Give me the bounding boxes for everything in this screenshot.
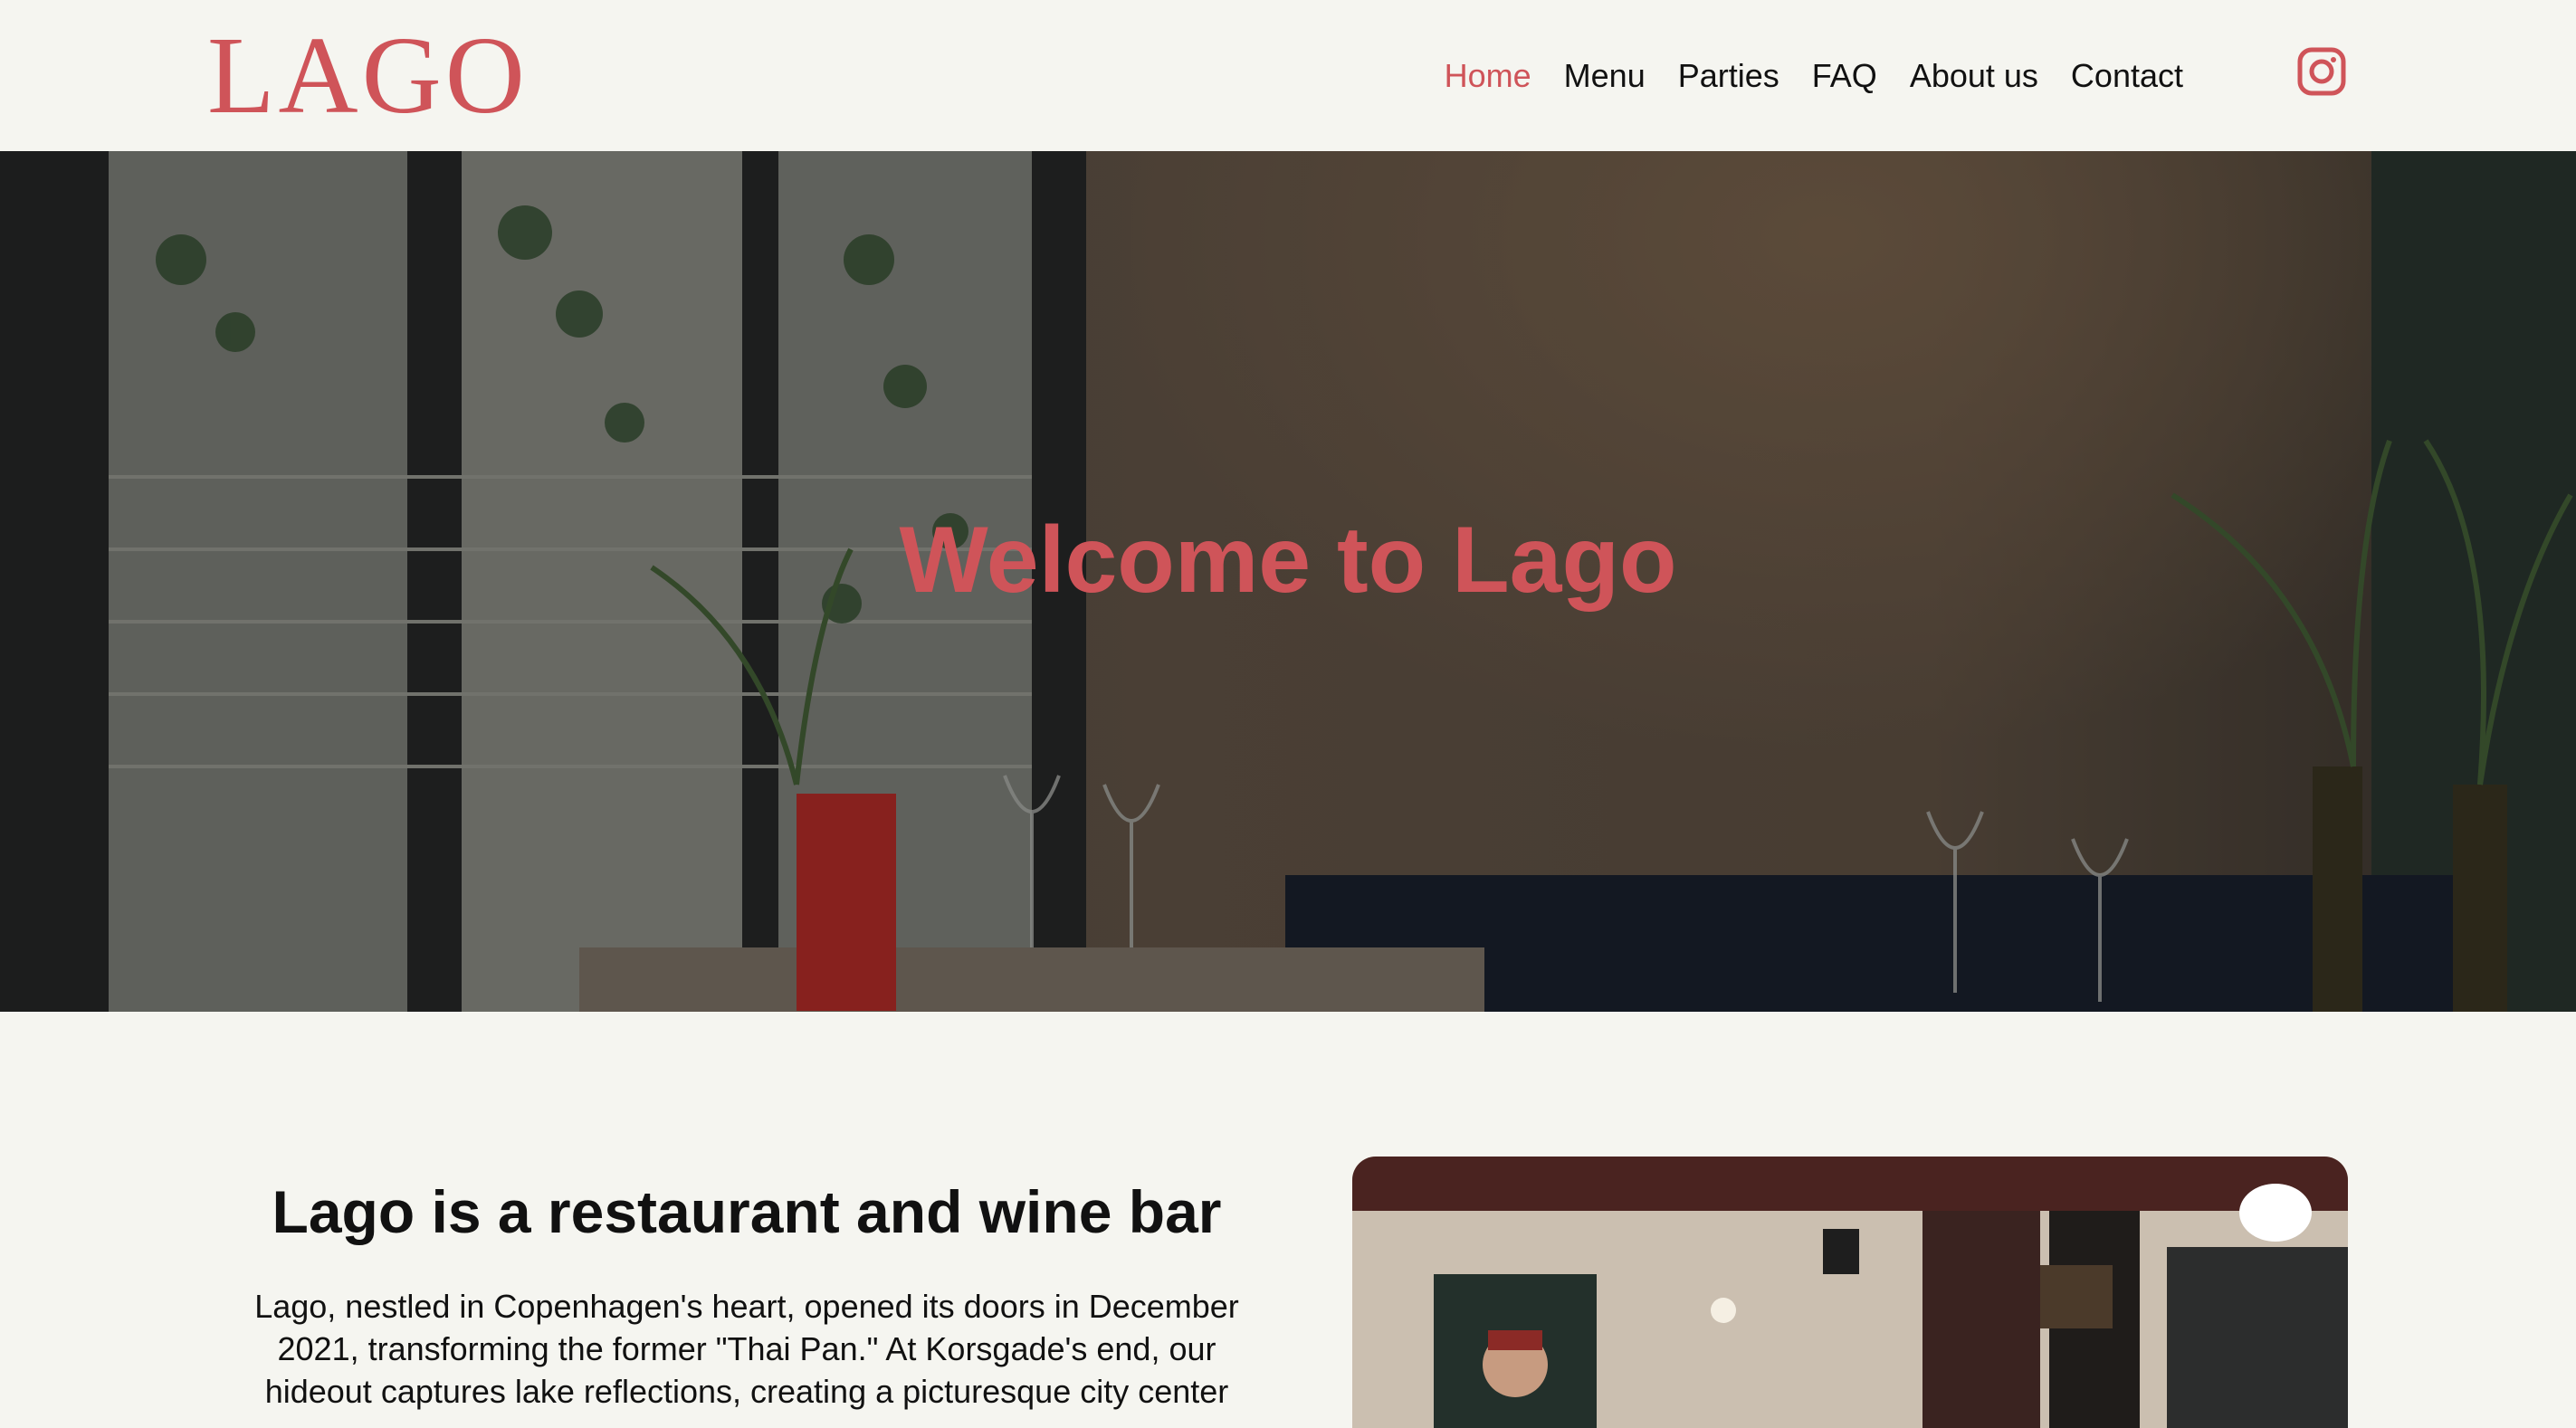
intro-heading: Lago is a restaurant and wine bar (272, 1178, 1222, 1245)
intro-paragraph: Lago, nestled in Copenhagen's heart, ope… (254, 1288, 1239, 1410)
main-nav: Home Menu Parties FAQ About us Contact (1445, 52, 2183, 100)
site-logo[interactable]: LAGO (207, 13, 529, 139)
instagram-icon[interactable] (2297, 47, 2346, 96)
nav-faq-link[interactable]: FAQ (1812, 52, 1877, 100)
restaurant-interior-photo (1352, 1157, 2348, 1428)
nav-about-link[interactable]: About us (1910, 52, 2038, 100)
nav-home-link[interactable]: Home (1445, 52, 1531, 100)
interior-image (1352, 1157, 2348, 1428)
site-header: LAGO Home Menu Parties FAQ About us Cont… (0, 0, 2576, 151)
nav-contact-link[interactable]: Contact (2071, 52, 2183, 100)
nav-parties-link[interactable]: Parties (1678, 52, 1779, 100)
nav-menu-link[interactable]: Menu (1564, 52, 1646, 100)
hero-title: Welcome to Lago (899, 508, 1677, 613)
intro-section: Lago is a restaurant and wine bar Lago, … (226, 1173, 1267, 1413)
hero-banner: Welcome to Lago (0, 151, 2576, 1012)
